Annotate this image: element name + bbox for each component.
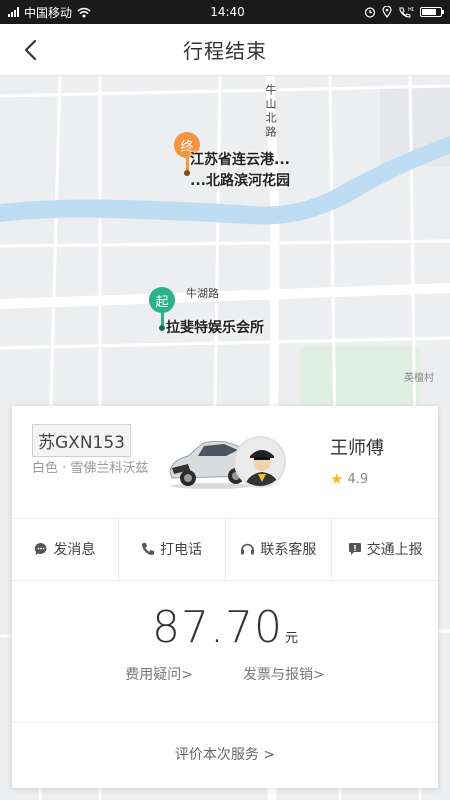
end-place-line2: ...北路滨河花园 — [190, 173, 290, 189]
contact-support-label: 联系客服 — [260, 542, 317, 558]
wifi-icon — [77, 7, 91, 17]
driver-rating: ★ 4.9 — [330, 470, 368, 488]
alarm-icon — [364, 7, 376, 18]
status-left: 中国移动 — [8, 4, 91, 21]
battery-icon — [419, 7, 444, 17]
report-icon — [348, 543, 361, 555]
status-bar: 中国移动 14:40 HD — [0, 0, 450, 24]
end-place-line1: 江苏省连云港... — [190, 152, 290, 168]
fare-unit: 元 — [284, 631, 298, 646]
status-time: 14:40 — [210, 5, 245, 19]
message-icon — [35, 542, 47, 555]
send-message-button[interactable]: 发消息 — [12, 518, 119, 580]
send-message-label: 发消息 — [53, 542, 96, 558]
road-label-village: 英檀村 — [404, 373, 434, 384]
traffic-report-button[interactable]: 交通上报 — [332, 518, 438, 580]
rating-value: 4.9 — [347, 471, 369, 487]
svg-text:HD: HD — [408, 7, 414, 13]
traffic-report-label: 交通上报 — [366, 542, 423, 558]
trip-card: 苏GXN153 白色 · 雪佛兰科沃兹 王师傅 ★ 4.9 发消息 打电话 联系… — [12, 406, 438, 788]
divider-middle — [12, 580, 438, 581]
driver-name: 王师傅 — [330, 438, 384, 459]
back-button[interactable] — [14, 34, 46, 66]
contact-support-button[interactable]: 联系客服 — [226, 518, 333, 580]
call-driver-button[interactable]: 打电话 — [119, 518, 226, 580]
invoice-link[interactable]: 发票与报销> — [243, 664, 325, 684]
driver-avatar[interactable] — [234, 436, 286, 488]
signal-icon — [8, 7, 19, 17]
page-title: 行程结束 — [183, 39, 267, 63]
call-driver-label: 打电话 — [160, 542, 203, 558]
header: 行程结束 — [0, 24, 450, 76]
start-pin-dot — [159, 325, 165, 331]
plate-number: 苏GXN153 — [32, 424, 131, 457]
end-place-label: 江苏省连云港... ...北路滨河花园 — [190, 150, 290, 192]
headset-icon — [241, 543, 255, 555]
road-label-niuhu: 牛湖路 — [186, 287, 219, 300]
action-bar: 发消息 打电话 联系客服 交通上报 — [12, 518, 438, 580]
hd-call-icon: HD — [399, 7, 414, 18]
review-service-link[interactable]: 评价本次服务 > — [12, 744, 438, 764]
driver-avatar-icon — [236, 438, 284, 486]
location-icon — [382, 6, 392, 18]
start-pin-badge: 起 — [149, 287, 175, 313]
phone-icon — [142, 543, 155, 555]
fare-amount: 87.70 — [152, 602, 283, 653]
car-description: 白色 · 雪佛兰科沃兹 — [32, 461, 149, 476]
fare-display: 87.70 元 — [12, 602, 438, 653]
start-place-label: 拉斐特娱乐会所 — [166, 320, 264, 336]
fare-question-link[interactable]: 费用疑问> — [125, 664, 193, 684]
road-label-niushan: 牛山北路 — [264, 84, 277, 140]
divider-bottom — [12, 722, 438, 723]
carrier-name: 中国移动 — [24, 5, 73, 20]
fare-links: 费用疑问> 发票与报销> — [12, 664, 438, 684]
star-icon: ★ — [330, 470, 344, 488]
chevron-left-icon — [24, 39, 37, 61]
status-right: HD — [364, 6, 444, 18]
